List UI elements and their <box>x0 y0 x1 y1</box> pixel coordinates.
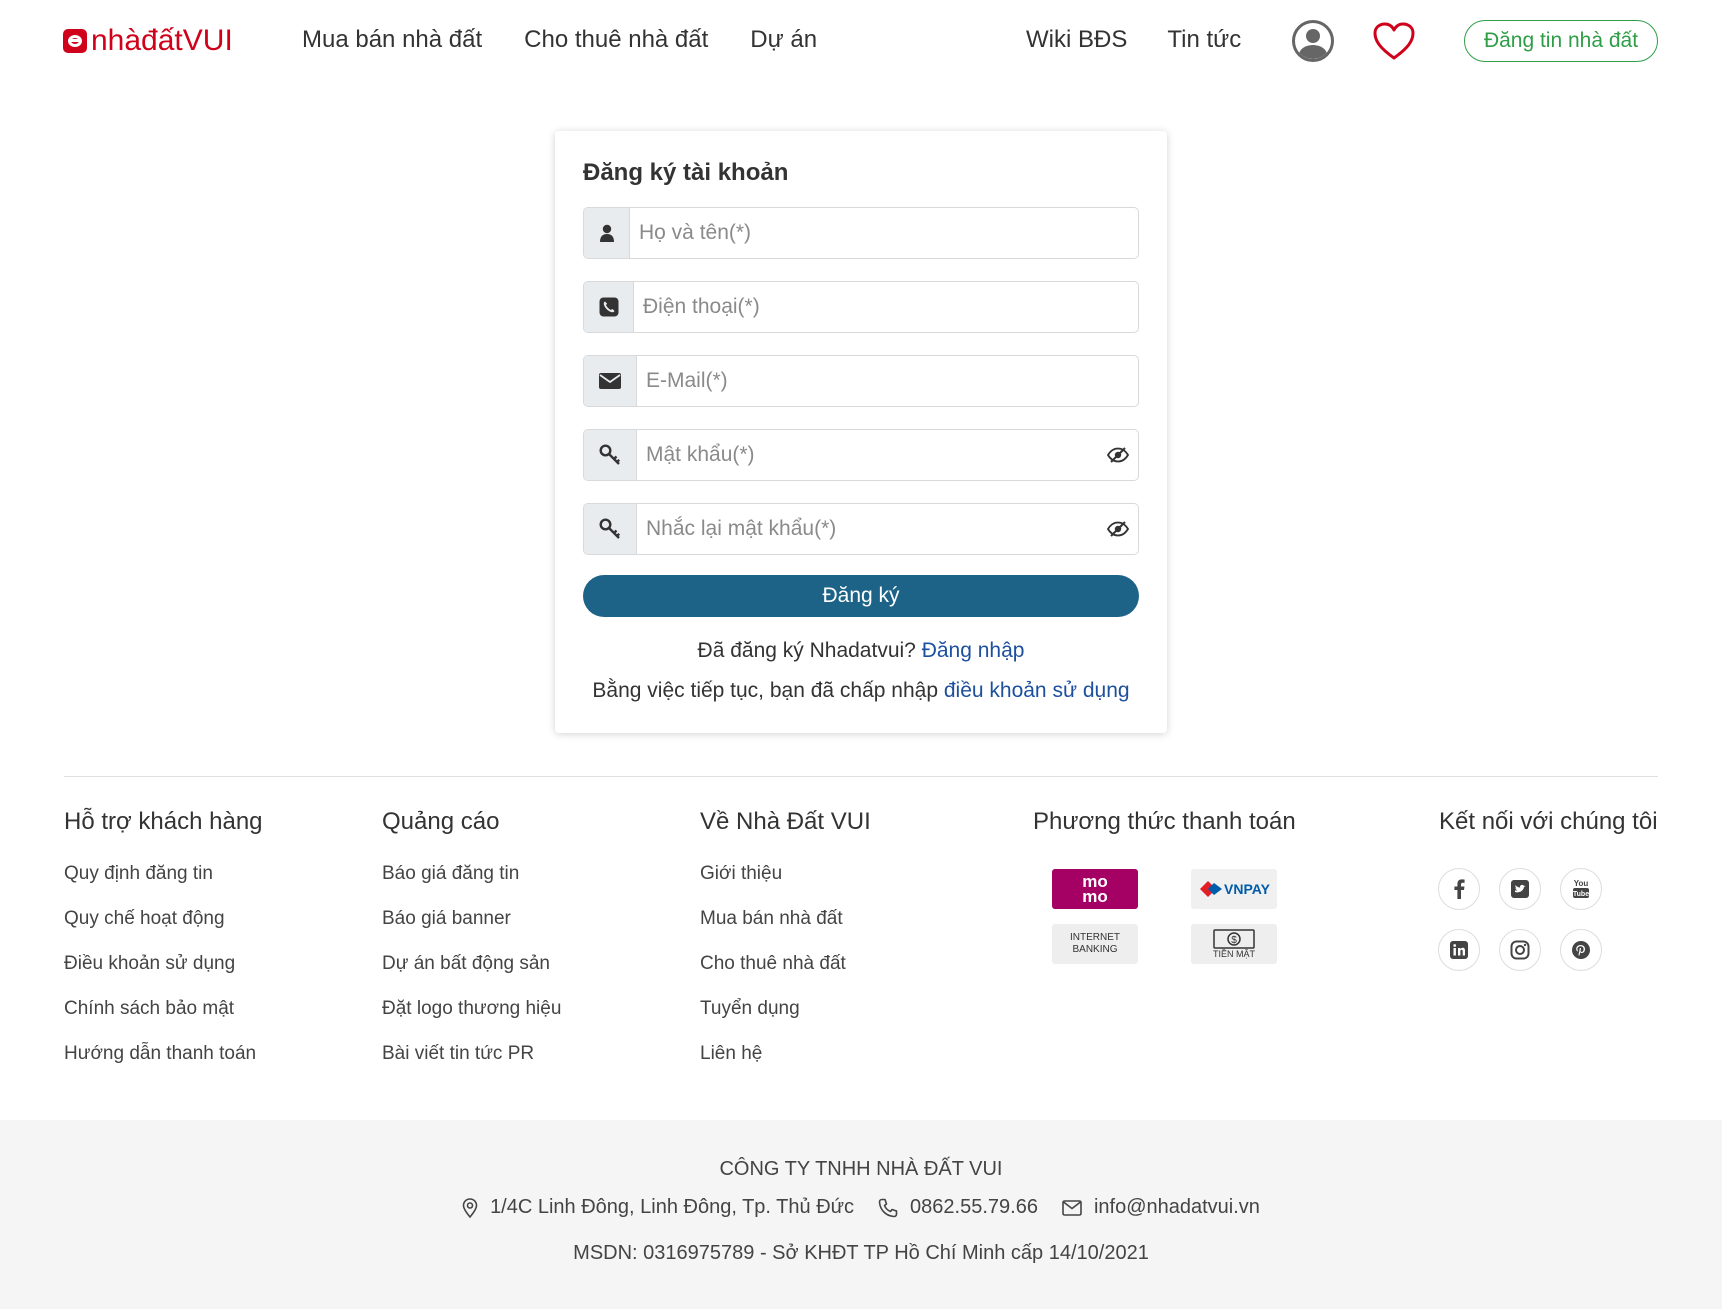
confirm-addon <box>584 504 637 554</box>
linkedin-icon[interactable] <box>1438 929 1480 971</box>
terms-note: Bằng việc tiếp tục, bạn đã chấp nhập điề… <box>592 679 1130 702</box>
confirm-password-input[interactable]: Nhắc lại mật khẩu(*) <box>637 517 1098 541</box>
key-icon <box>599 444 621 465</box>
site-logo[interactable]: nhàđấtVUI <box>63 24 233 58</box>
user-account-icon[interactable] <box>1292 20 1334 62</box>
envelope-icon <box>1062 1199 1082 1216</box>
logo-text: nhàđấtVUI <box>91 24 233 57</box>
footer-about-column: Về Nhà Đất VUI Giới thiệu Mua bán nhà đấ… <box>700 808 871 1087</box>
footer-link[interactable]: Báo giá đăng tin <box>382 863 519 884</box>
email-addon <box>584 356 637 406</box>
footer-link[interactable]: Điều khoản sử dụng <box>64 953 235 974</box>
logo-icon <box>63 29 87 53</box>
footer-link[interactable]: Bài viết tin tức PR <box>382 1043 534 1064</box>
toggle-confirm-eye-icon[interactable] <box>1098 521 1138 537</box>
youtube-icon[interactable]: You Tube <box>1560 868 1602 910</box>
user-icon <box>599 224 614 242</box>
company-phone[interactable]: 0862.55.79.66 <box>878 1196 1038 1219</box>
company-contacts: 1/4C Linh Đông, Linh Đông, Tp. Thủ Đức 0… <box>0 1196 1722 1219</box>
nav-mua-ban[interactable]: Mua bán nhà đất <box>302 22 482 58</box>
footer-link[interactable]: Cho thuê nhà đất <box>700 953 846 974</box>
footer-ads-column: Quảng cáo Báo giá đăng tin Báo giá banne… <box>382 808 561 1087</box>
phone-field[interactable]: Điện thoại(*) <box>583 281 1139 333</box>
footer-link[interactable]: Quy chế hoạt động <box>64 908 225 929</box>
company-email[interactable]: info@nhadatvui.vn <box>1062 1196 1260 1219</box>
vnpay-mark-icon <box>1200 881 1223 897</box>
phone-icon <box>878 1198 898 1217</box>
footer-payment-column: Phương thức thanh toán <box>1033 808 1296 862</box>
footer-link[interactable]: Dự án bất động sản <box>382 953 550 974</box>
footer-link[interactable]: Hướng dẫn thanh toán <box>64 1043 256 1064</box>
footer-link[interactable]: Liên hệ <box>700 1043 762 1064</box>
pinterest-icon[interactable] <box>1560 929 1602 971</box>
footer-column-title: Kết nối với chúng tôi <box>1439 808 1658 835</box>
password-addon <box>584 430 637 480</box>
footer-column-title: Phương thức thanh toán <box>1033 808 1296 835</box>
envelope-icon <box>599 373 621 389</box>
company-name: CÔNG TY TNHH NHÀ ĐẤT VUI <box>719 1158 1003 1180</box>
email-field[interactable]: E-Mail(*) <box>583 355 1139 407</box>
phone-input[interactable]: Điện thoại(*) <box>634 295 1138 319</box>
key-icon <box>599 518 621 539</box>
footer-link[interactable]: Quy định đăng tin <box>64 863 213 884</box>
footer-column-title: Về Nhà Đất VUI <box>700 808 871 835</box>
company-address: 1/4C Linh Đông, Linh Đông, Tp. Thủ Đức <box>462 1196 854 1219</box>
cash-logo: $ TIỀN MẶT <box>1191 924 1277 964</box>
footer-column-title: Hỗ trợ khách hàng <box>64 808 263 835</box>
name-input[interactable]: Họ và tên(*) <box>630 221 1138 245</box>
footer-support-column: Hỗ trợ khách hàng Quy định đăng tin Quy … <box>64 808 263 1087</box>
password-field[interactable]: Mật khẩu(*) <box>583 429 1139 481</box>
company-info-bar: CÔNG TY TNHH NHÀ ĐẤT VUI 1/4C Linh Đông,… <box>0 1120 1722 1309</box>
post-listing-button[interactable]: Đăng tin nhà đất <box>1464 20 1658 62</box>
company-license: MSDN: 0316975789 - Sở KHĐT TP Hồ Chí Min… <box>573 1242 1149 1264</box>
nav-wiki[interactable]: Wiki BĐS <box>1026 22 1127 58</box>
nav-tin-tuc[interactable]: Tin tức <box>1167 22 1241 58</box>
toggle-password-eye-icon[interactable] <box>1098 447 1138 463</box>
name-addon <box>584 208 630 258</box>
name-field[interactable]: Họ và tên(*) <box>583 207 1139 259</box>
svg-text:Tube: Tube <box>1573 891 1589 898</box>
twitter-icon[interactable] <box>1499 868 1541 910</box>
internet-banking-logo: INTERNET BANKING <box>1052 924 1138 964</box>
nav-cho-thue[interactable]: Cho thuê nhà đất <box>524 22 708 58</box>
footer-column-title: Quảng cáo <box>382 808 500 835</box>
nav-du-an[interactable]: Dự án <box>750 22 817 58</box>
location-pin-icon <box>462 1197 478 1218</box>
main-nav: Mua bán nhà đất Cho thuê nhà đất Dự án <box>302 22 859 58</box>
footer-link[interactable]: Giới thiệu <box>700 863 782 884</box>
site-header: nhàđấtVUI Mua bán nhà đất Cho thuê nhà đ… <box>0 0 1722 84</box>
svg-text:You: You <box>1574 879 1589 888</box>
footer-link[interactable]: Báo giá banner <box>382 908 511 929</box>
footer-link[interactable]: Mua bán nhà đất <box>700 908 843 929</box>
heart-icon[interactable] <box>1372 21 1416 61</box>
facebook-icon[interactable] <box>1438 868 1480 910</box>
footer-connect-column: Kết nối với chúng tôi <box>1439 808 1658 862</box>
footer-divider <box>64 776 1658 777</box>
cash-icon: $ <box>1213 929 1255 949</box>
phone-icon <box>599 297 618 317</box>
vnpay-logo: VNPAY <box>1191 869 1277 909</box>
login-prompt: Đã đăng ký Nhadatvui? Đăng nhập <box>697 639 1025 662</box>
secondary-nav: Wiki BĐS Tin tức <box>1026 22 1281 58</box>
footer-link[interactable]: Chính sách bảo mật <box>64 998 234 1019</box>
instagram-icon[interactable] <box>1499 929 1541 971</box>
password-input[interactable]: Mật khẩu(*) <box>637 443 1098 467</box>
momo-logo: mo mo <box>1052 869 1138 909</box>
register-card: Đăng ký tài khoản Họ và tên(*) Điện thoạ… <box>555 131 1167 733</box>
phone-addon <box>584 282 634 332</box>
login-link[interactable]: Đăng nhập <box>922 639 1025 662</box>
email-input[interactable]: E-Mail(*) <box>637 369 1138 393</box>
register-submit-button[interactable]: Đăng ký <box>583 575 1139 617</box>
footer-link[interactable]: Tuyển dụng <box>700 998 800 1019</box>
footer-link[interactable]: Đặt logo thương hiệu <box>382 998 561 1019</box>
register-title: Đăng ký tài khoản <box>583 159 789 186</box>
terms-link[interactable]: điều khoản sử dụng <box>944 679 1130 702</box>
svg-text:$: $ <box>1231 935 1237 946</box>
confirm-password-field[interactable]: Nhắc lại mật khẩu(*) <box>583 503 1139 555</box>
